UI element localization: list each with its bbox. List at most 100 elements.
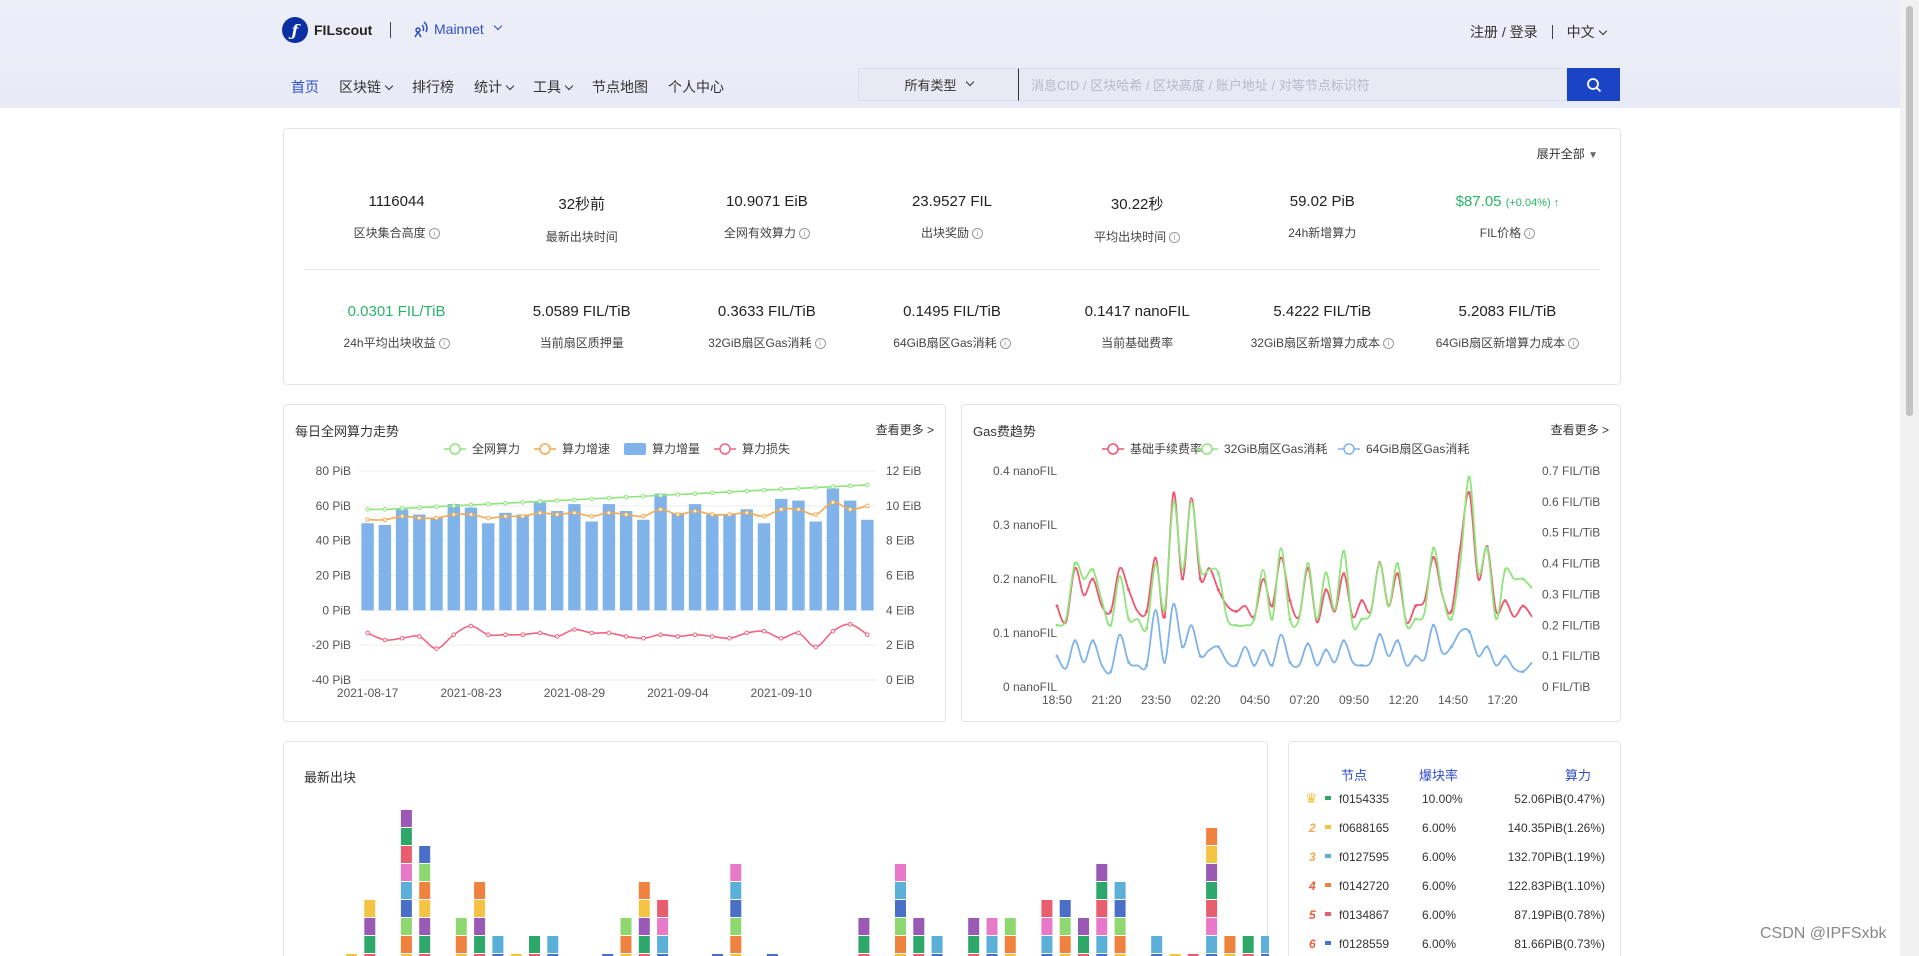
info-icon[interactable]: i [1169,232,1181,244]
info-icon[interactable]: i [1524,228,1536,240]
data-point[interactable] [1198,568,1202,572]
network-selector[interactable]: Mainnet [410,20,503,38]
block-segment[interactable] [400,882,412,899]
block-segment[interactable] [455,918,467,935]
data-point[interactable] [399,513,405,519]
data-point[interactable] [1091,577,1095,581]
data-point[interactable] [778,486,784,492]
data-point[interactable] [1431,623,1435,627]
data-point[interactable] [1288,660,1292,664]
data-point[interactable] [503,500,508,506]
power-increase-bar[interactable] [602,504,616,611]
data-point[interactable] [778,507,784,512]
data-point[interactable] [382,507,388,512]
block-segment[interactable] [858,936,870,953]
block-segment[interactable] [895,900,906,917]
data-point[interactable] [399,506,405,511]
data-point[interactable] [1127,660,1131,664]
rank-row[interactable]: ♛ f0154335 10.00% 52.06PiB(0.47%) [1305,790,1605,816]
legend-label[interactable]: 32GiB扇区Gas消耗 [1224,441,1327,456]
data-point[interactable] [451,503,457,509]
data-point[interactable] [1234,663,1238,667]
data-point[interactable] [1378,562,1382,566]
data-point[interactable] [468,623,474,629]
data-point[interactable] [1055,654,1059,658]
data-point[interactable] [1270,604,1274,608]
data-point[interactable] [623,634,629,639]
block-segment[interactable] [1206,936,1218,953]
power-increase-bar[interactable] [826,488,840,611]
data-point[interactable] [572,497,577,503]
block-segment[interactable] [895,882,906,899]
data-point[interactable] [520,513,526,519]
rank-row[interactable]: 5 f0134867 6.00% 87.19PiB(0.78%) [1305,908,1605,932]
block-segment[interactable] [400,864,412,881]
data-point[interactable] [830,500,836,505]
nav-dropdown-3[interactable]: 统计 [474,77,515,97]
block-segment[interactable] [1004,936,1016,953]
miner-id[interactable]: f0688165 [1339,821,1389,835]
data-point[interactable] [589,513,594,519]
data-point[interactable] [1360,617,1364,621]
data-point[interactable] [468,502,474,508]
power-increase-bar[interactable] [499,512,512,611]
data-point[interactable] [727,635,732,641]
data-point[interactable] [1180,645,1184,649]
data-point[interactable] [658,632,663,638]
info-icon[interactable]: i [814,338,826,350]
data-point[interactable] [399,635,405,641]
power-increase-bar[interactable] [585,521,598,611]
block-segment[interactable] [364,900,376,917]
data-point[interactable] [485,515,491,521]
data-point[interactable] [744,510,750,516]
block-segment[interactable] [1114,900,1126,917]
block-segment[interactable] [1059,900,1071,917]
legend-label[interactable]: 算力增速 [562,441,610,456]
data-point[interactable] [451,512,457,517]
data-point[interactable] [1109,623,1113,627]
block-segment[interactable] [620,936,632,953]
data-point[interactable] [1288,599,1292,603]
data-point[interactable] [744,488,750,494]
block-segment[interactable] [1206,882,1218,899]
block-segment[interactable] [1206,828,1218,845]
block-segment[interactable] [419,918,431,935]
block-segment[interactable] [419,882,431,899]
nav-item-6[interactable]: 个人中心 [668,77,724,97]
data-point[interactable] [1216,645,1220,649]
block-segment[interactable] [474,882,486,899]
data-point[interactable] [692,491,698,496]
legend-label[interactable]: 算力损失 [742,441,790,456]
data-point[interactable] [623,512,629,517]
data-point[interactable] [1467,629,1471,633]
block-segment[interactable] [730,918,742,935]
data-point[interactable] [485,632,491,638]
data-point[interactable] [847,621,853,627]
data-point[interactable] [1413,604,1417,608]
miner-id[interactable]: f0154335 [1339,792,1389,806]
block-segment[interactable] [529,936,540,953]
miner-id[interactable]: f0134867 [1339,908,1389,922]
data-point[interactable] [641,493,646,499]
power-increase-bar[interactable] [723,514,736,611]
power-increase-bar[interactable] [706,514,719,611]
power-increase-bar[interactable] [533,502,547,611]
data-point[interactable] [572,627,577,632]
data-point[interactable] [434,646,439,651]
block-segment[interactable] [400,900,412,917]
data-point[interactable] [1127,588,1131,592]
power-increase-bar[interactable] [550,511,564,611]
language-selector[interactable]: 中文 [1567,22,1607,42]
block-segment[interactable] [400,936,412,953]
info-icon[interactable]: i [1382,338,1394,350]
data-point[interactable] [1521,604,1525,608]
data-point[interactable] [606,630,612,636]
block-segment[interactable] [1041,936,1053,953]
data-point[interactable] [572,510,577,516]
data-point[interactable] [1127,617,1131,621]
data-point[interactable] [675,492,681,497]
block-segment[interactable] [638,918,650,935]
data-point[interactable] [417,505,422,510]
data-point[interactable] [1163,608,1167,612]
block-segment[interactable] [1059,918,1071,935]
